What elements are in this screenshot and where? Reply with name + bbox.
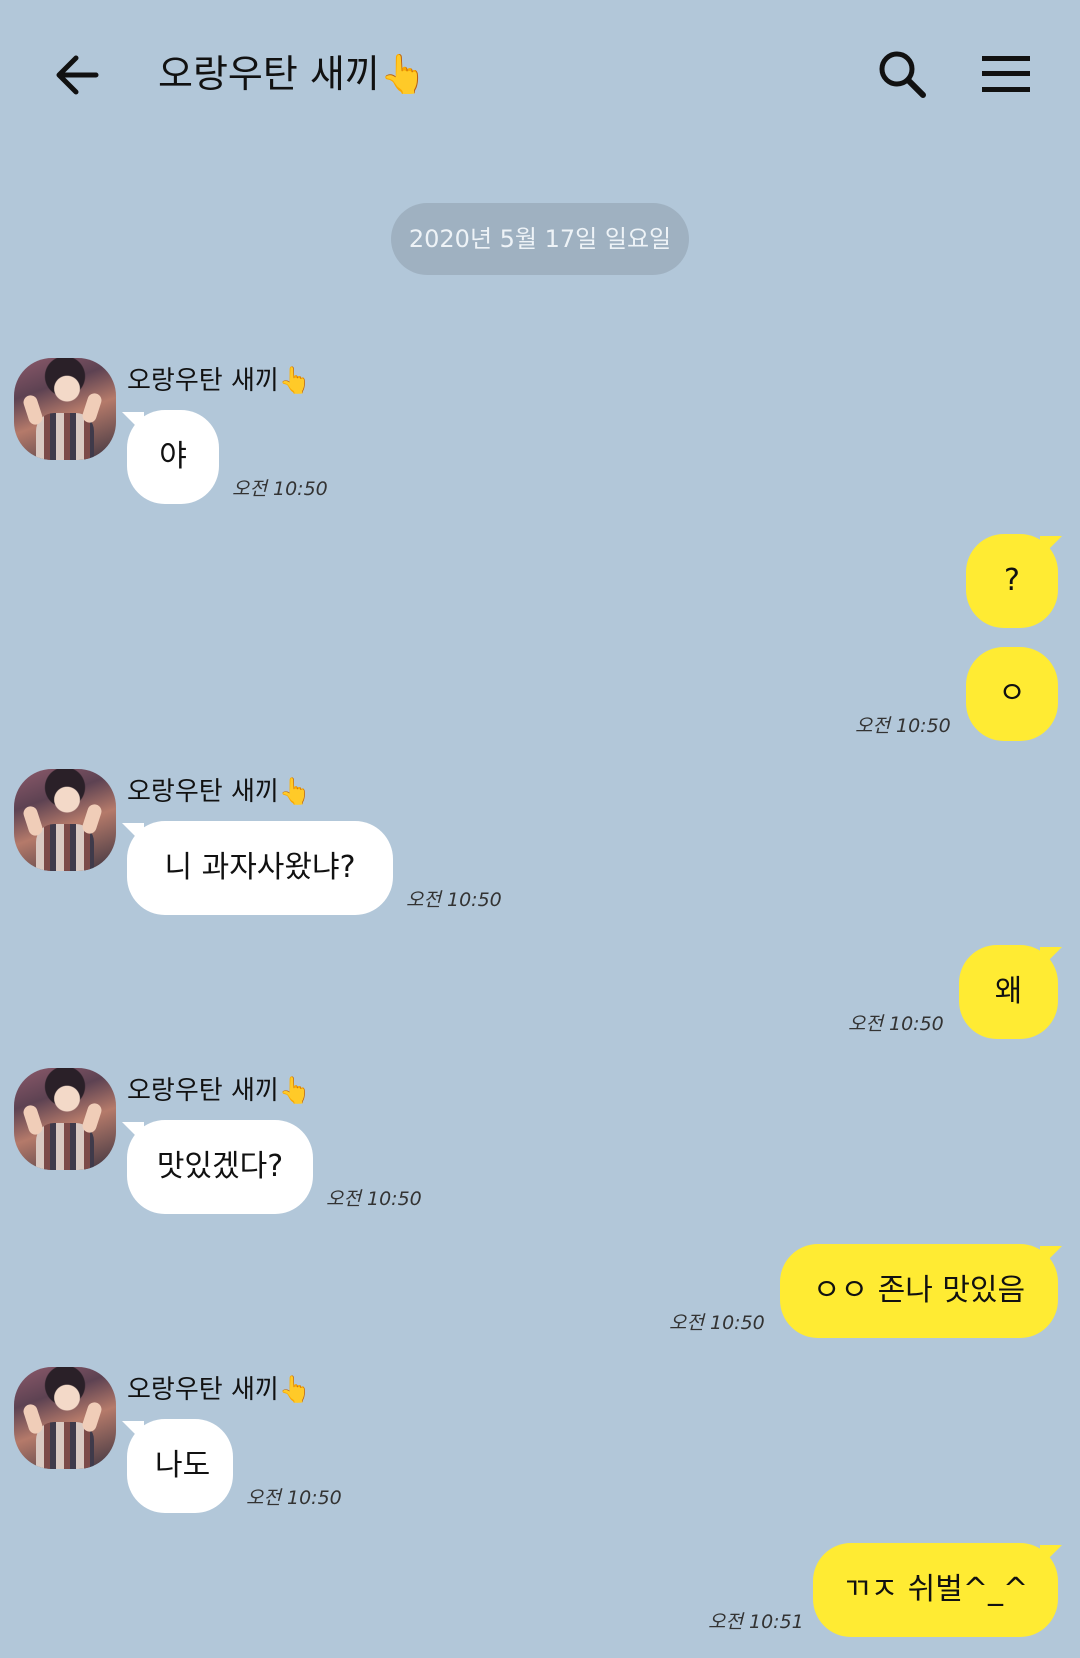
sender-name: 오랑우탄 새끼👆 <box>127 1076 312 1106</box>
message-time: 오전 10:50 <box>669 1312 765 1334</box>
message-time: 오전 10:50 <box>246 1487 342 1509</box>
message-time: 오전 10:51 <box>708 1611 804 1633</box>
message-bubble[interactable]: ㄲㅈ 쉬벌^_^ <box>813 1543 1058 1637</box>
search-icon[interactable] <box>876 48 928 100</box>
avatar[interactable] <box>14 358 116 460</box>
message-time: 오전 10:50 <box>232 478 328 500</box>
message-bubble[interactable]: ㅇ <box>966 647 1058 741</box>
chat-header: 오랑우탄 새끼👆 <box>0 0 1080 150</box>
message-time: 오전 10:50 <box>406 889 502 911</box>
message-bubble[interactable]: 니 과자사왔냐? <box>127 821 393 915</box>
date-divider: 2020년 5월 17일 일요일 <box>391 203 689 275</box>
message-time: 오전 10:50 <box>855 715 951 737</box>
message-bubble[interactable]: 나도 <box>127 1419 233 1513</box>
message-time: 오전 10:50 <box>848 1013 944 1035</box>
message-bubble[interactable]: 왜 <box>959 945 1058 1039</box>
message-bubble[interactable]: 맛있겠다? <box>127 1120 313 1214</box>
avatar[interactable] <box>14 1068 116 1170</box>
avatar[interactable] <box>14 769 116 871</box>
sender-name: 오랑우탄 새끼👆 <box>127 366 312 396</box>
back-arrow-icon[interactable] <box>52 50 102 100</box>
chat-title: 오랑우탄 새끼👆 <box>158 52 428 96</box>
avatar[interactable] <box>14 1367 116 1469</box>
message-bubble[interactable]: ㅇㅇ 존나 맛있음 <box>780 1244 1058 1338</box>
sender-name: 오랑우탄 새끼👆 <box>127 777 312 807</box>
sender-name: 오랑우탄 새끼👆 <box>127 1375 312 1405</box>
message-bubble[interactable]: ? <box>966 534 1058 628</box>
message-time: 오전 10:50 <box>326 1188 422 1210</box>
message-bubble[interactable]: 야 <box>127 410 219 504</box>
menu-icon[interactable] <box>982 54 1030 94</box>
